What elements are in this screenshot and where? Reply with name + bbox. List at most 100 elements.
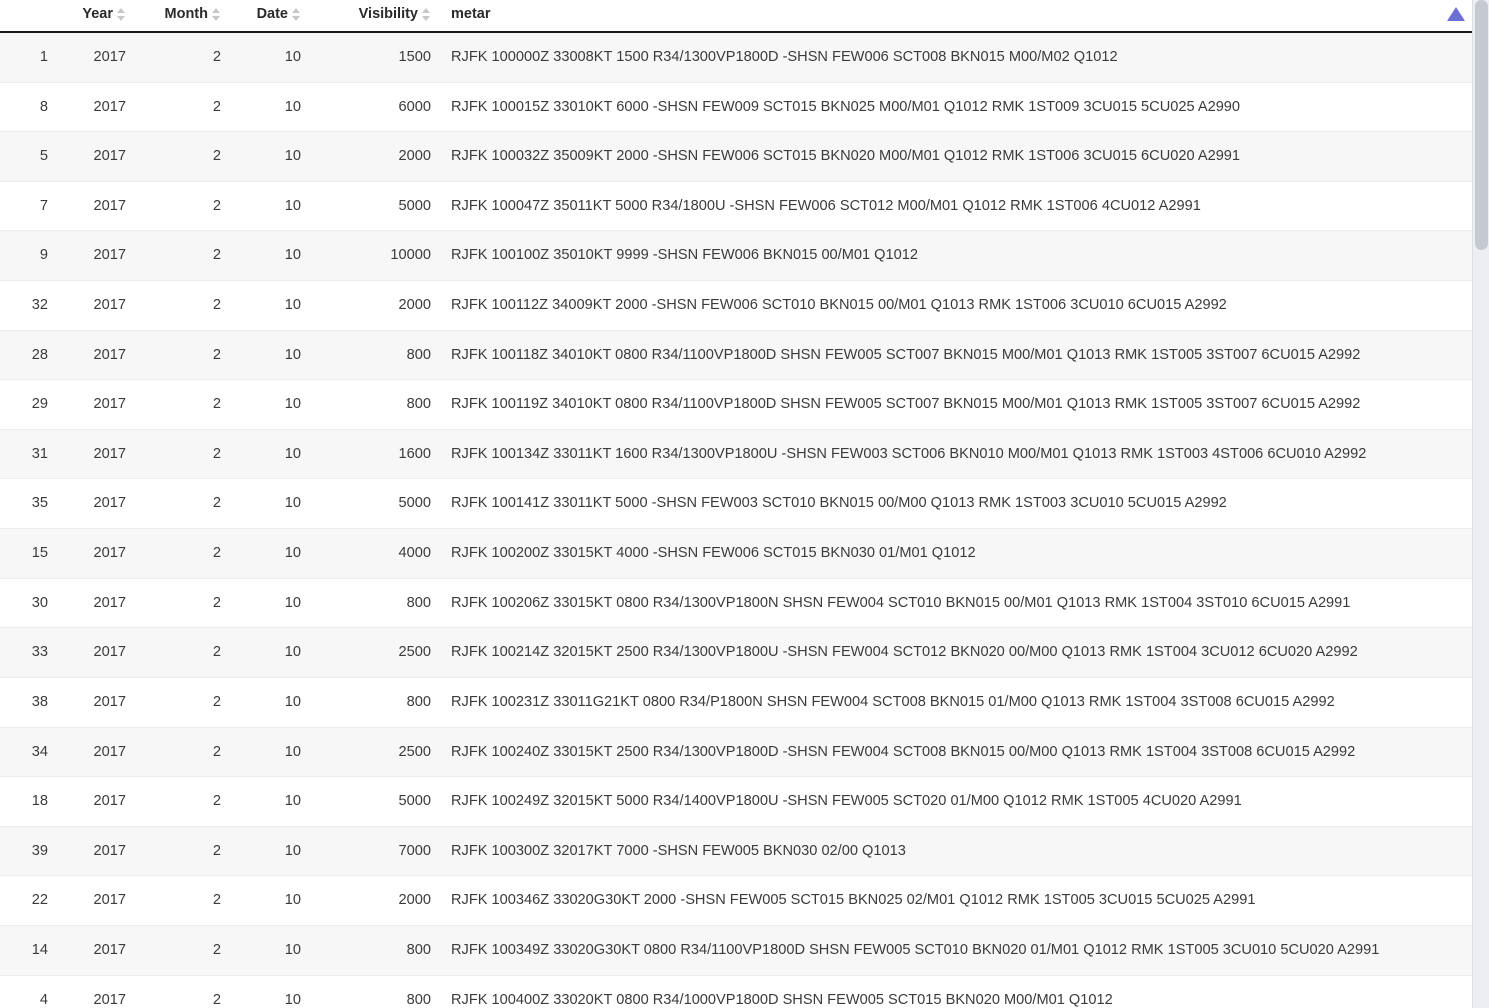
cell-year: 2017 bbox=[58, 230, 136, 282]
table-row[interactable]: 32 2017 2 10 2000 RJFK 100112Z 34009KT 2000 -… bbox=[0, 280, 1472, 331]
cell-index: 7 bbox=[0, 181, 58, 232]
cell-year: 2017 bbox=[58, 330, 136, 381]
cell-metar: RJFK 100141Z 33011KT 5000 -SHSN FEW003 S… bbox=[441, 478, 1472, 530]
column-header-year[interactable]: Year bbox=[58, 0, 136, 33]
cell-metar: RJFK 100200Z 33015KT 4000 -SHSN FEW006 S… bbox=[441, 528, 1472, 579]
column-header-metar[interactable]: metar bbox=[441, 0, 1472, 33]
sort-icon-visibility[interactable] bbox=[422, 7, 431, 22]
table-row[interactable]: 18 2017 2 10 5000 RJFK 100249Z 32015KT 5000 R… bbox=[0, 776, 1472, 827]
table-row[interactable]: 9 2017 2 10 10000 RJFK 100100Z 35010KT 9999 -… bbox=[0, 230, 1472, 282]
table-row[interactable]: 1 2017 2 10 1500 RJFK 100000Z 33008KT 1500 R3… bbox=[0, 32, 1472, 83]
column-header-month-label: Month bbox=[164, 6, 208, 22]
cell-visibility: 800 bbox=[311, 975, 441, 1008]
column-header-visibility[interactable]: Visibility bbox=[311, 0, 441, 33]
cell-month: 2 bbox=[136, 131, 231, 182]
cell-date: 10 bbox=[231, 627, 311, 678]
vertical-scrollbar-thumb[interactable] bbox=[1475, 0, 1488, 250]
cell-month: 2 bbox=[136, 677, 231, 728]
cell-index: 35 bbox=[0, 478, 58, 530]
column-header-date[interactable]: Date bbox=[231, 0, 311, 33]
table-row[interactable]: 28 2017 2 10 800 RJFK 100118Z 34010KT 0800 R3… bbox=[0, 330, 1472, 381]
column-header-month[interactable]: Month bbox=[136, 0, 231, 33]
table-scroll-region[interactable]: Year Month Date Visibility metar 1 2017 … bbox=[0, 0, 1472, 1008]
table-row[interactable]: 39 2017 2 10 7000 RJFK 100300Z 32017KT 7000 -… bbox=[0, 826, 1472, 877]
cell-date: 10 bbox=[231, 181, 311, 232]
cell-index: 14 bbox=[0, 925, 58, 976]
table-row[interactable]: 31 2017 2 10 1600 RJFK 100134Z 33011KT 1600 R… bbox=[0, 429, 1472, 480]
sort-icon-year[interactable] bbox=[117, 7, 126, 22]
cell-year: 2017 bbox=[58, 875, 136, 926]
table-row[interactable]: 15 2017 2 10 4000 RJFK 100200Z 33015KT 4000 -… bbox=[0, 528, 1472, 579]
table-row[interactable]: 35 2017 2 10 5000 RJFK 100141Z 33011KT 5000 -… bbox=[0, 478, 1472, 530]
cell-year: 2017 bbox=[58, 776, 136, 827]
cell-date: 10 bbox=[231, 82, 311, 133]
table-row[interactable]: 7 2017 2 10 5000 RJFK 100047Z 35011KT 5000 R3… bbox=[0, 181, 1472, 232]
cell-metar: RJFK 100134Z 33011KT 1600 R34/1300VP1800… bbox=[441, 429, 1472, 480]
table-row[interactable]: 33 2017 2 10 2500 RJFK 100214Z 32015KT 2500 R… bbox=[0, 627, 1472, 678]
cell-date: 10 bbox=[231, 478, 311, 530]
column-header-date-label: Date bbox=[256, 6, 288, 22]
cell-year: 2017 bbox=[58, 379, 136, 430]
cell-index: 9 bbox=[0, 230, 58, 282]
cell-year: 2017 bbox=[58, 181, 136, 232]
cell-month: 2 bbox=[136, 478, 231, 530]
cell-metar: RJFK 100231Z 33011G21KT 0800 R34/P1800N … bbox=[441, 677, 1472, 728]
sort-icon-date[interactable] bbox=[292, 7, 301, 22]
cell-index: 30 bbox=[0, 578, 58, 629]
scroll-to-top-triangle-icon[interactable] bbox=[1447, 7, 1465, 21]
column-header-index bbox=[0, 0, 58, 33]
cell-date: 10 bbox=[231, 379, 311, 430]
cell-visibility: 2500 bbox=[311, 727, 441, 778]
table-row[interactable]: 14 2017 2 10 800 RJFK 100349Z 33020G30KT 0800… bbox=[0, 925, 1472, 976]
cell-month: 2 bbox=[136, 826, 231, 877]
table-row[interactable]: 38 2017 2 10 800 RJFK 100231Z 33011G21KT 0800… bbox=[0, 677, 1472, 728]
cell-date: 10 bbox=[231, 826, 311, 877]
table-row[interactable]: 30 2017 2 10 800 RJFK 100206Z 33015KT 0800 R3… bbox=[0, 578, 1472, 629]
column-header-metar-label: metar bbox=[451, 6, 491, 22]
cell-metar: RJFK 100015Z 33010KT 6000 -SHSN FEW009 S… bbox=[441, 82, 1472, 133]
table-row[interactable]: 29 2017 2 10 800 RJFK 100119Z 34010KT 0800 R3… bbox=[0, 379, 1472, 430]
cell-index: 18 bbox=[0, 776, 58, 827]
vertical-scrollbar[interactable] bbox=[1472, 0, 1489, 1008]
cell-month: 2 bbox=[136, 230, 231, 282]
cell-month: 2 bbox=[136, 925, 231, 976]
cell-date: 10 bbox=[231, 230, 311, 282]
cell-month: 2 bbox=[136, 82, 231, 133]
cell-visibility: 2000 bbox=[311, 875, 441, 926]
sort-icon-month[interactable] bbox=[212, 7, 221, 22]
cell-index: 29 bbox=[0, 379, 58, 430]
table-row[interactable]: 5 2017 2 10 2000 RJFK 100032Z 35009KT 2000 -S… bbox=[0, 131, 1472, 182]
cell-visibility: 800 bbox=[311, 578, 441, 629]
table-body: 1 2017 2 10 1500 RJFK 100000Z 33008KT 1500 R3… bbox=[0, 32, 1472, 1008]
cell-month: 2 bbox=[136, 181, 231, 232]
cell-metar: RJFK 100206Z 33015KT 0800 R34/1300VP1800… bbox=[441, 578, 1472, 629]
cell-month: 2 bbox=[136, 578, 231, 629]
cell-visibility: 6000 bbox=[311, 82, 441, 133]
cell-index: 38 bbox=[0, 677, 58, 728]
metar-table-page: Year Month Date Visibility metar 1 2017 … bbox=[0, 0, 1489, 1008]
cell-visibility: 800 bbox=[311, 379, 441, 430]
column-header-visibility-label: Visibility bbox=[358, 6, 418, 22]
cell-year: 2017 bbox=[58, 82, 136, 133]
cell-visibility: 800 bbox=[311, 925, 441, 976]
cell-index: 31 bbox=[0, 429, 58, 480]
table-row[interactable]: 4 2017 2 10 800 RJFK 100400Z 33020KT 0800 R34… bbox=[0, 975, 1472, 1008]
cell-index: 39 bbox=[0, 826, 58, 877]
cell-index: 5 bbox=[0, 131, 58, 182]
table-row[interactable]: 22 2017 2 10 2000 RJFK 100346Z 33020G30KT 200… bbox=[0, 875, 1472, 926]
cell-month: 2 bbox=[136, 627, 231, 678]
cell-metar: RJFK 100100Z 35010KT 9999 -SHSN FEW006 B… bbox=[441, 230, 1472, 282]
table-row[interactable]: 34 2017 2 10 2500 RJFK 100240Z 33015KT 2500 R… bbox=[0, 727, 1472, 778]
cell-year: 2017 bbox=[58, 975, 136, 1008]
metar-data-table: Year Month Date Visibility metar 1 2017 … bbox=[0, 0, 1472, 1008]
cell-index: 34 bbox=[0, 727, 58, 778]
cell-month: 2 bbox=[136, 528, 231, 579]
cell-date: 10 bbox=[231, 875, 311, 926]
cell-metar: RJFK 100214Z 32015KT 2500 R34/1300VP1800… bbox=[441, 627, 1472, 678]
cell-metar: RJFK 100112Z 34009KT 2000 -SHSN FEW006 S… bbox=[441, 280, 1472, 331]
cell-date: 10 bbox=[231, 131, 311, 182]
cell-index: 33 bbox=[0, 627, 58, 678]
cell-date: 10 bbox=[231, 578, 311, 629]
cell-date: 10 bbox=[231, 925, 311, 976]
table-row[interactable]: 8 2017 2 10 6000 RJFK 100015Z 33010KT 6000 -S… bbox=[0, 82, 1472, 133]
